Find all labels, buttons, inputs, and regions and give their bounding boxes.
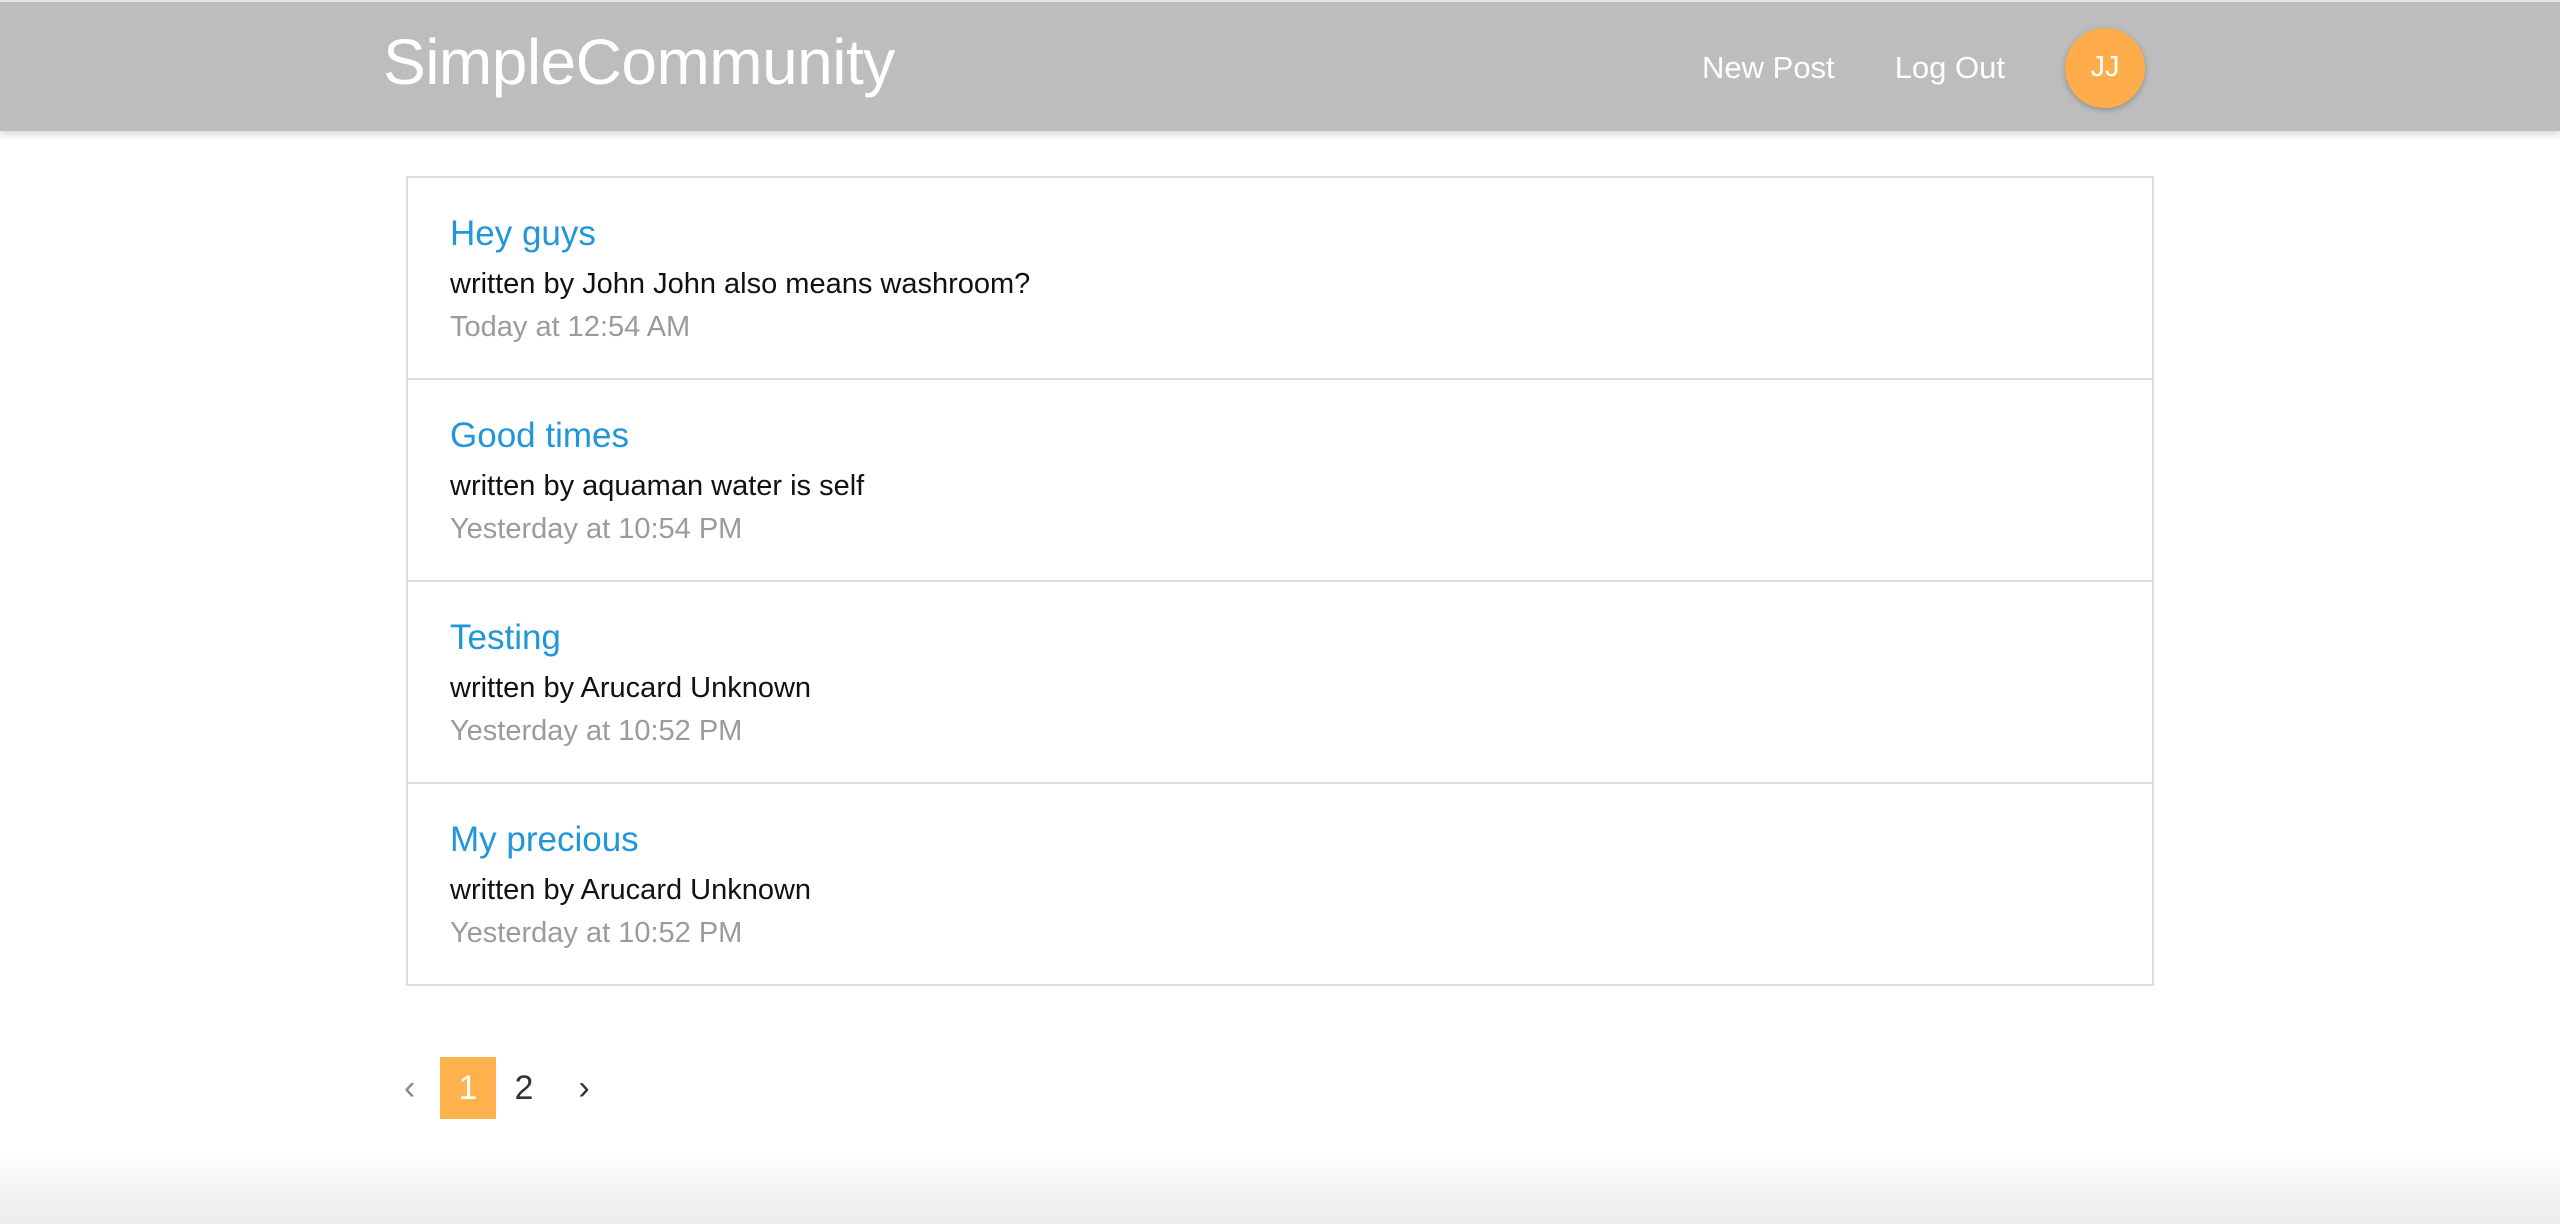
nav-links: New Post Log Out JJ: [1642, 2, 2145, 133]
user-avatar[interactable]: JJ: [2065, 27, 2145, 108]
list-item: My precious written by Arucard Unknown Y…: [408, 784, 2152, 984]
chevron-right-icon[interactable]: ›: [562, 1069, 602, 1108]
post-author: written by Arucard Unknown: [450, 672, 812, 704]
post-title-link[interactable]: My precious: [450, 822, 639, 857]
post-timestamp: Yesterday at 10:54 PM: [450, 513, 743, 545]
post-timestamp: Yesterday at 10:52 PM: [450, 715, 743, 747]
footer-shadow: [0, 1150, 2560, 1224]
list-item: Hey guys written by John John also means…: [408, 178, 2152, 380]
post-title-link[interactable]: Hey guys: [450, 216, 596, 251]
log-out-link[interactable]: Log Out: [1895, 50, 2005, 86]
post-author: written by John John also means washroom…: [450, 268, 1031, 300]
post-author: written by Arucard Unknown: [450, 874, 812, 906]
navbar: SimpleCommunity New Post Log Out JJ: [0, 0, 2560, 131]
pagination: ‹ 1 2 ›: [400, 1057, 602, 1119]
new-post-link[interactable]: New Post: [1702, 50, 1835, 86]
post-list: Hey guys written by John John also means…: [406, 176, 2154, 986]
list-item: Testing written by Arucard Unknown Yeste…: [408, 582, 2152, 784]
site-brand[interactable]: SimpleCommunity: [383, 30, 895, 94]
page-2-button[interactable]: 2: [496, 1057, 552, 1119]
chevron-left-icon[interactable]: ‹: [400, 1069, 440, 1108]
post-title-link[interactable]: Good times: [450, 418, 629, 453]
post-timestamp: Today at 12:54 AM: [450, 311, 691, 343]
post-author: written by aquaman water is self: [450, 470, 865, 502]
list-item: Good times written by aquaman water is s…: [408, 380, 2152, 582]
post-title-link[interactable]: Testing: [450, 620, 561, 655]
post-timestamp: Yesterday at 10:52 PM: [450, 917, 743, 949]
page-1-button[interactable]: 1: [440, 1057, 496, 1119]
